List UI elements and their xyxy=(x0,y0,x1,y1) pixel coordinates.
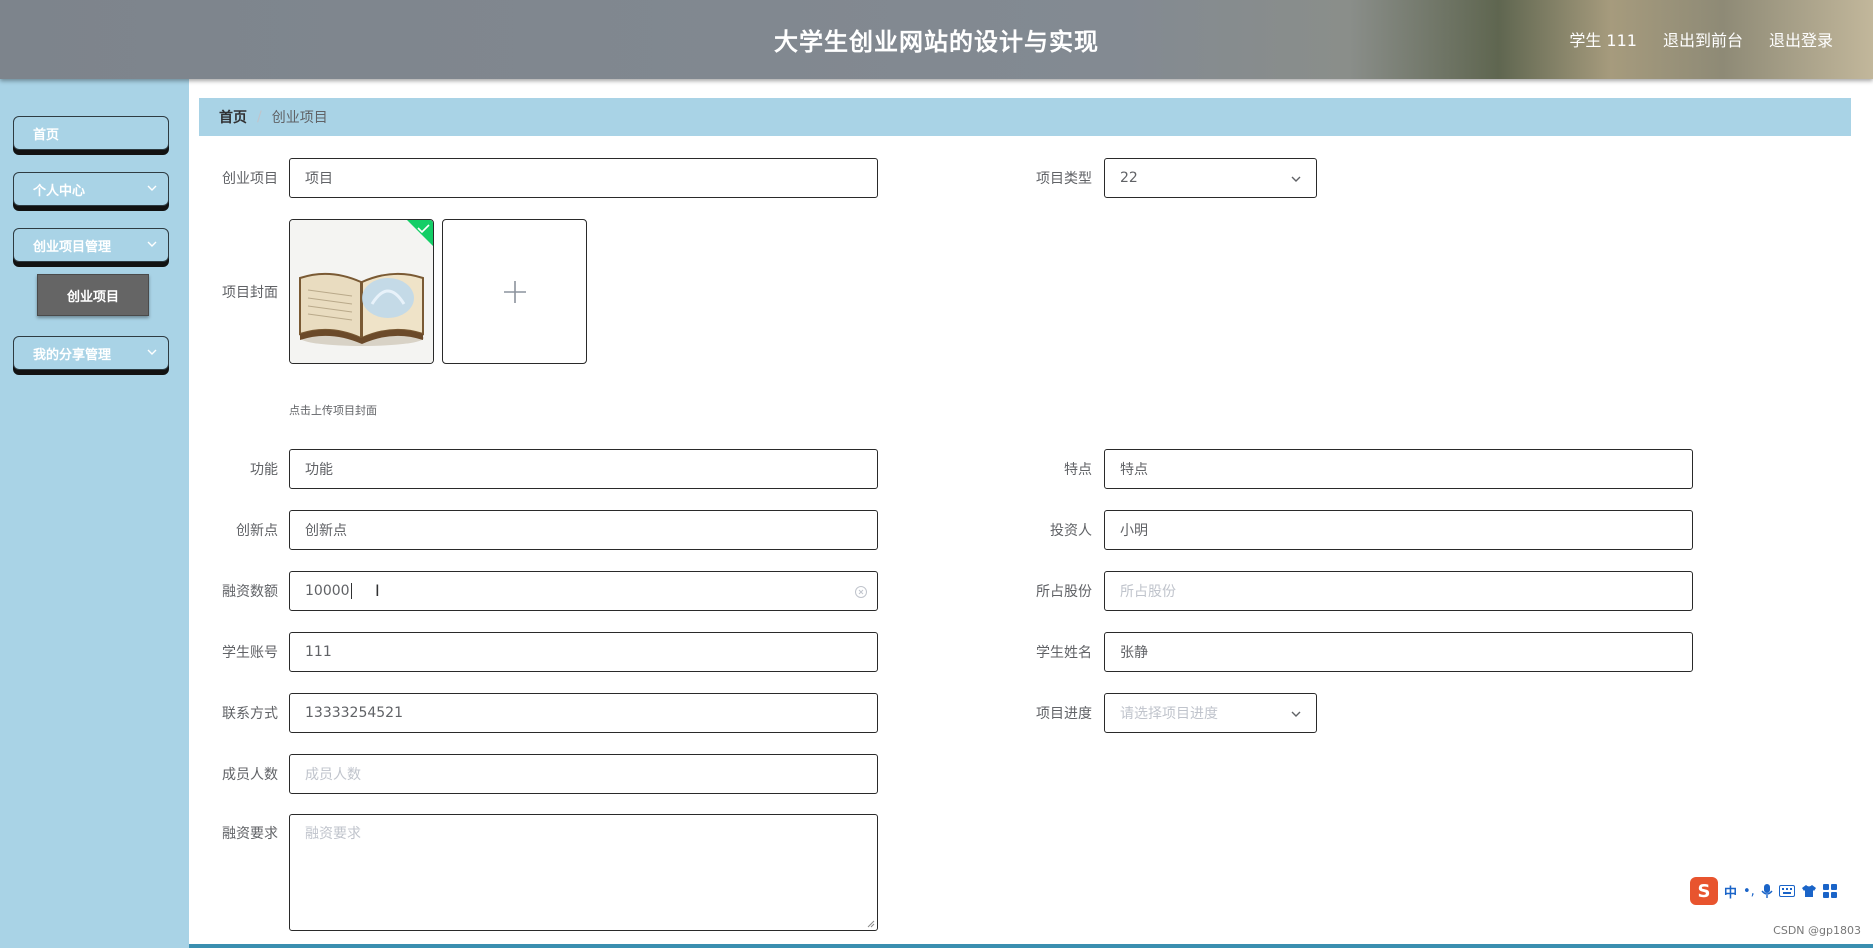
contact-input[interactable]: 13333254521 xyxy=(289,693,878,733)
cover-upload-hint: 点击上传项目封面 xyxy=(289,404,377,417)
breadcrumb-home[interactable]: 首页 xyxy=(219,107,247,127)
student-account-label: 学生账号 xyxy=(222,645,278,661)
financing-amount-value: 10000 xyxy=(305,583,350,599)
sidebar-item-my-share-management[interactable]: 我的分享管理 xyxy=(13,336,169,370)
chevron-down-icon xyxy=(147,185,157,191)
ime-mode[interactable]: 中 xyxy=(1724,882,1737,901)
header-nav: 学生 111 退出到前台 退出登录 xyxy=(1569,27,1833,51)
progress-placeholder: 请选择项目进度 xyxy=(1120,706,1218,722)
plus-icon xyxy=(503,280,526,303)
breadcrumb-current: 创业项目 xyxy=(271,110,328,126)
equity-share-input[interactable]: 所占股份 xyxy=(1104,571,1693,611)
chevron-down-icon xyxy=(1291,711,1301,717)
keyboard-icon[interactable] xyxy=(1778,885,1795,897)
project-name-input[interactable]: 项目 xyxy=(289,158,878,198)
equity-share-label: 所占股份 xyxy=(1036,584,1092,600)
innovation-input[interactable]: 创新点 xyxy=(289,510,878,550)
feature-input[interactable]: 特点 xyxy=(1104,449,1693,489)
investor-value: 小明 xyxy=(1120,523,1148,539)
ime-punctuation[interactable]: •, xyxy=(1743,884,1755,899)
contact-label: 联系方式 xyxy=(222,706,278,722)
cover-thumbnail[interactable] xyxy=(289,219,434,364)
resize-handle-icon[interactable] xyxy=(867,920,875,928)
function-value: 功能 xyxy=(305,462,333,478)
project-name-value: 项目 xyxy=(305,171,333,187)
sidebar-item-project-management[interactable]: 创业项目管理 xyxy=(13,228,169,262)
text-cursor-icon: I xyxy=(375,581,380,600)
skin-shirt-icon[interactable] xyxy=(1801,884,1817,898)
sidebar-subitem-startup-project[interactable]: 创业项目 xyxy=(37,274,149,316)
chevron-down-icon xyxy=(1291,176,1301,182)
members-label: 成员人数 xyxy=(222,767,278,783)
grid-menu-icon[interactable] xyxy=(1822,884,1837,898)
project-type-label: 项目类型 xyxy=(1036,171,1092,187)
financing-amount-label: 融资数额 xyxy=(222,584,278,600)
innovation-label: 创新点 xyxy=(236,523,278,539)
investor-label: 投资人 xyxy=(1050,523,1092,539)
feature-value: 特点 xyxy=(1120,462,1148,478)
student-account-value: 111 xyxy=(305,644,332,660)
breadcrumb-separator: / xyxy=(257,109,262,125)
sidebar-subitem-label: 创业项目 xyxy=(66,289,119,305)
breadcrumb: 首页 / 创业项目 xyxy=(199,98,1851,136)
function-input[interactable]: 功能 xyxy=(289,449,878,489)
project-name-label: 创业项目 xyxy=(222,171,278,187)
text-caret xyxy=(350,583,352,599)
cover-label: 项目封面 xyxy=(222,285,278,301)
function-label: 功能 xyxy=(250,462,278,478)
top-header: 大学生创业网站的设计与实现 学生 111 退出到前台 退出登录 xyxy=(0,0,1873,79)
watermark: CSDN @gp1803 xyxy=(1773,924,1861,937)
sidebar-item-home[interactable]: 首页 xyxy=(13,116,169,150)
back-to-front-link[interactable]: 退出到前台 xyxy=(1663,27,1743,51)
student-name-label: 学生姓名 xyxy=(1036,645,1092,661)
current-user-label[interactable]: 学生 111 xyxy=(1569,27,1637,51)
chevron-down-icon xyxy=(147,349,157,355)
members-placeholder: 成员人数 xyxy=(305,767,361,783)
student-name-value: 张静 xyxy=(1120,645,1148,661)
logout-link[interactable]: 退出登录 xyxy=(1769,27,1833,51)
financing-requirement-label: 融资要求 xyxy=(222,826,278,842)
innovation-value: 创新点 xyxy=(305,523,347,539)
financing-amount-input[interactable]: 10000 I xyxy=(289,571,878,611)
sidebar-item-label: 创业项目管理 xyxy=(33,239,112,255)
financing-requirement-textarea[interactable]: 融资要求 xyxy=(289,814,878,931)
members-input[interactable]: 成员人数 xyxy=(289,754,878,794)
clear-circle-icon[interactable] xyxy=(854,585,868,599)
contact-value: 13333254521 xyxy=(305,705,403,721)
project-type-select[interactable]: 22 xyxy=(1104,158,1317,198)
student-account-input[interactable]: 111 xyxy=(289,632,878,672)
project-type-value: 22 xyxy=(1120,170,1138,186)
book-image xyxy=(290,220,433,363)
feature-label: 特点 xyxy=(1064,462,1092,478)
equity-share-placeholder: 所占股份 xyxy=(1120,584,1176,600)
student-name-input[interactable]: 张静 xyxy=(1104,632,1693,672)
sidebar-item-personal-center[interactable]: 个人中心 xyxy=(13,172,169,206)
progress-label: 项目进度 xyxy=(1036,706,1092,722)
chevron-down-icon xyxy=(147,241,157,247)
investor-input[interactable]: 小明 xyxy=(1104,510,1693,550)
financing-requirement-placeholder: 融资要求 xyxy=(305,826,361,842)
sidebar-item-label: 我的分享管理 xyxy=(33,347,112,363)
sidebar: 首页 个人中心 创业项目管理 创业项目 我的分享管理 xyxy=(0,79,189,948)
progress-select[interactable]: 请选择项目进度 xyxy=(1104,693,1317,733)
cover-upload-button[interactable] xyxy=(442,219,587,364)
sogou-logo-icon[interactable]: S xyxy=(1690,877,1718,905)
bottom-scroll-edge xyxy=(189,944,1873,948)
ime-toolbar: S 中 •, xyxy=(1690,874,1862,908)
sidebar-item-label: 个人中心 xyxy=(33,183,86,199)
sidebar-item-label: 首页 xyxy=(33,127,60,143)
microphone-icon[interactable] xyxy=(1761,883,1773,899)
